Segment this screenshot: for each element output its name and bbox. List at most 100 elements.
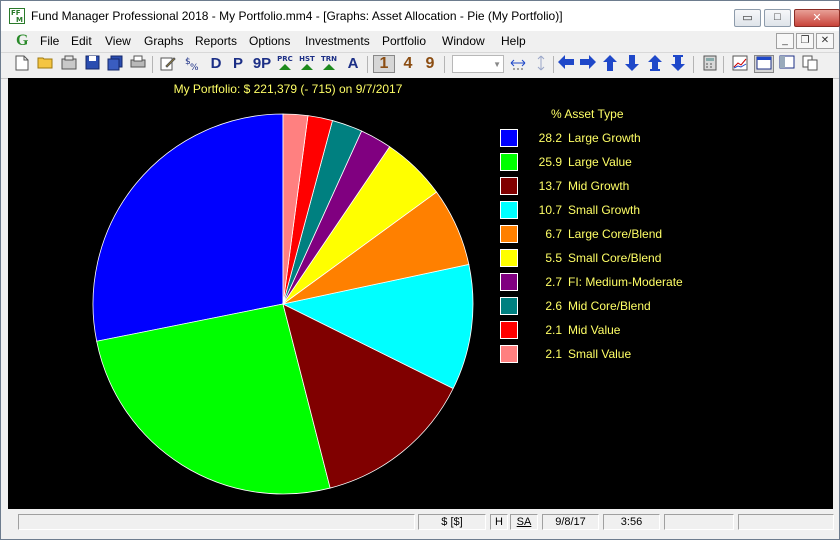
legend-percent: 2.1 [545,347,562,361]
legend-swatch [500,273,518,291]
arrow-down-line-icon[interactable] [669,55,687,73]
minimize-button[interactable]: ▭ [734,9,761,27]
status-date: 9/8/17 [542,514,599,530]
legend-percent: 13.7 [538,179,562,193]
maximize-icon: □ [774,11,781,23]
mdi-restore-button[interactable]: ❐ [796,33,814,49]
pie-slice-large-growth [92,113,284,342]
percent-icon[interactable]: $% [183,55,201,73]
hst-label: HST [299,55,315,63]
a-button[interactable]: A [344,55,362,73]
legend-label: Mid Value [568,323,621,337]
close-icon: ✕ [812,12,822,24]
menu-file[interactable]: File [40,34,59,48]
mdi-minimize-button[interactable]: _ [776,33,794,49]
new-file-icon[interactable] [13,55,31,73]
status-time: 3:56 [603,514,660,530]
mdi-minimize-icon: _ [782,35,788,46]
save-all-icon[interactable] [106,55,124,73]
menu-window[interactable]: Window [442,34,485,48]
app-icon-bottom-text: M [16,16,23,24]
copy-icon[interactable] [801,55,819,73]
legend-percent: 10.7 [538,203,562,217]
arrow-right-icon[interactable] [579,55,597,73]
menu-help[interactable]: Help [501,34,526,48]
legend-label: FI: Medium-Moderate [568,275,683,289]
hst-button[interactable]: HST [298,55,316,73]
period-4-button[interactable]: 4 [399,55,417,73]
trn-button[interactable]: TRN [320,55,338,73]
toolbar-separator [553,56,554,73]
prc-button[interactable]: PRC [276,55,294,73]
toolbar-dropdown[interactable]: ▼ [452,55,504,73]
calculator-icon[interactable] [701,55,719,73]
save-icon[interactable] [83,55,101,73]
toolbar-separator [367,56,368,73]
arrow-up-icon[interactable] [601,55,619,73]
close-button[interactable]: ✕ [794,9,840,27]
mdi-close-button[interactable]: ✕ [816,33,834,49]
toolbar-separator [152,56,153,73]
legend-percent: 2.7 [545,275,562,289]
arrow-left-icon[interactable] [557,55,575,73]
minimize-icon: ▭ [742,12,753,24]
menu-investments[interactable]: Investments [305,34,370,48]
legend-percent: 5.5 [545,251,562,265]
print-icon[interactable] [129,55,147,73]
menu-portfolio[interactable]: Portfolio [382,34,426,48]
toolbar-separator [444,56,445,73]
legend-percent: 2.1 [545,323,562,337]
arrow-up-line-icon[interactable] [646,55,664,73]
arrow-down-icon[interactable] [623,55,641,73]
expand-horizontal-icon[interactable] [509,55,527,73]
menu-graphs[interactable]: Graphs [144,34,183,48]
legend-header: % Asset Type [551,107,624,121]
toolbar-separator [693,56,694,73]
legend-percent: 28.2 [538,131,562,145]
open-folder-icon[interactable] [36,55,54,73]
maximize-button[interactable]: □ [764,9,791,27]
app-window: FF M Fund Manager Professional 2018 - My… [0,0,840,540]
mdi-close-icon: ✕ [820,35,830,46]
legend-swatch [500,129,518,147]
legend-percent: 6.7 [545,227,562,241]
9p-button[interactable]: 9P [251,55,273,73]
title-bar[interactable]: FF M Fund Manager Professional 2018 - My… [1,1,840,31]
legend-swatch [500,297,518,315]
green-up-arrow-icon [301,64,313,70]
legend-swatch [500,177,518,195]
legend-swatch [500,201,518,219]
legend-swatch [500,249,518,267]
portfolio-icon[interactable] [60,55,78,73]
table-view-icon[interactable] [754,55,774,73]
window-view-icon[interactable] [778,55,796,73]
status-panel [738,514,834,530]
menu-edit[interactable]: Edit [71,34,92,48]
period-1-button[interactable]: 1 [373,55,395,73]
legend-swatch [500,153,518,171]
period-9-button[interactable]: 9 [421,55,439,73]
menu-logo-icon[interactable]: G [16,32,28,50]
pie-chart [92,113,474,495]
legend-label: Large Core/Blend [568,227,663,241]
window-title: Fund Manager Professional 2018 - My Port… [31,9,563,23]
status-currency: $ [$] [418,514,486,530]
menu-view[interactable]: View [105,34,131,48]
legend-swatch [500,321,518,339]
expand-vertical-icon[interactable] [532,55,550,73]
menu-reports[interactable]: Reports [195,34,237,48]
legend-label: Large Value [568,155,632,169]
d-button[interactable]: D [207,55,225,73]
edit-icon[interactable] [159,55,177,73]
legend-label: Large Growth [568,131,641,145]
legend-label: Small Value [568,347,632,361]
legend-label: Mid Core/Blend [568,299,651,313]
menu-options[interactable]: Options [249,34,290,48]
line-chart-icon[interactable] [731,55,749,73]
legend-percent: 25.9 [538,155,562,169]
status-sa[interactable]: SA [510,514,538,530]
legend-label: Small Growth [568,203,641,217]
chevron-down-icon: ▼ [493,60,501,69]
p-button[interactable]: P [229,55,247,73]
app-icon[interactable]: FF M [9,8,25,24]
